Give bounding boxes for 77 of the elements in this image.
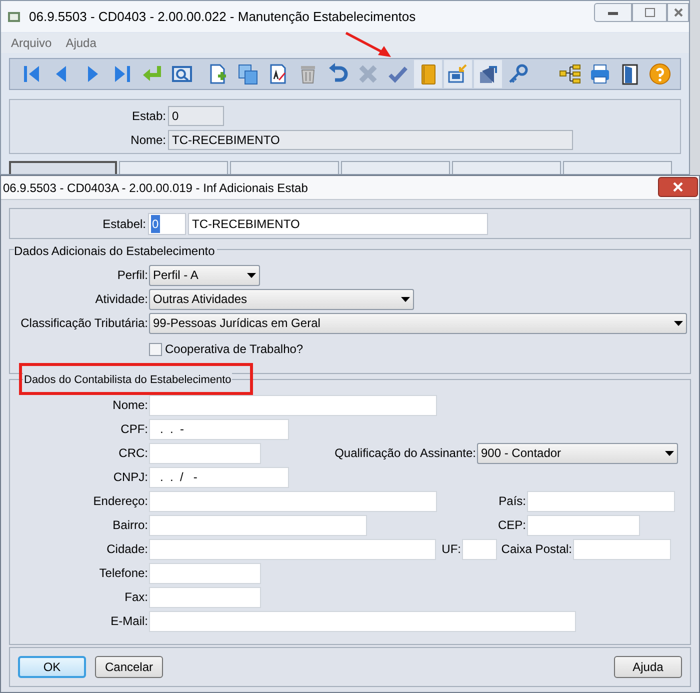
arrow-annotation <box>344 31 394 59</box>
input-field[interactable] <box>149 538 436 560</box>
field-label: Perfil: <box>116 267 149 284</box>
cancel-icon <box>357 63 379 85</box>
input-field[interactable] <box>149 490 437 512</box>
minimize-icon <box>608 10 618 14</box>
field-label: E-Mail: <box>110 613 149 630</box>
input-field[interactable]: . . / - <box>149 466 289 488</box>
field-label: Estab: <box>130 108 167 125</box>
field-label: Estabel: <box>102 216 147 232</box>
field-label: Telefone: <box>98 565 149 582</box>
field-label: UF: <box>440 541 462 558</box>
input-field[interactable] <box>573 538 671 560</box>
dropdown-arrow-icon <box>665 450 674 456</box>
field-label: Nome: <box>130 132 167 149</box>
dropdown-arrow-icon <box>247 272 256 278</box>
tree-icon <box>559 63 581 85</box>
copy-icon <box>237 63 259 85</box>
dialog-title: 06.9.5503 - CD0403A - 2.00.00.019 - Inf Adicionais Estab <box>3 180 308 196</box>
estab-field[interactable]: 0 <box>168 106 224 126</box>
input-field[interactable]: . . - <box>149 418 289 440</box>
input-field[interactable] <box>149 610 576 632</box>
field-label: Nome: <box>112 397 149 414</box>
input-field[interactable] <box>149 586 261 608</box>
input-field[interactable] <box>149 562 261 584</box>
field-label: CEP: <box>496 517 527 534</box>
field-label: Endereço: <box>92 493 149 510</box>
estabel-name-field[interactable]: TC-RECEBIMENTO <box>188 212 488 234</box>
dialog-button[interactable]: Ajuda <box>614 656 682 678</box>
close-button[interactable] <box>658 177 698 197</box>
key-icon <box>507 63 529 85</box>
dropdown[interactable]: Outras Atividades <box>149 288 414 310</box>
input-field[interactable] <box>149 442 261 464</box>
dialog-button[interactable]: Cancelar <box>95 656 163 678</box>
checkbox[interactable] <box>149 342 162 356</box>
checkbox-label: Cooperativa de Trabalho? <box>165 341 304 358</box>
close-button[interactable] <box>667 3 689 22</box>
dropdown-arrow-icon <box>674 320 683 326</box>
minimize-button[interactable] <box>594 3 632 22</box>
field-label: CNPJ: <box>112 469 149 486</box>
dropdown[interactable]: 900 - Contador <box>477 442 678 464</box>
input-field[interactable] <box>462 538 497 560</box>
nome-field[interactable]: TC-RECEBIMENTO <box>168 130 573 150</box>
field-label: Fax: <box>124 589 149 606</box>
dropdown-arrow-icon <box>401 296 410 302</box>
field-label: Caixa Postal: <box>500 541 573 558</box>
window-title: 06.9.5503 - CD0403 - 2.00.00.022 - Manutenção Estabelecimentos <box>29 8 416 26</box>
menu-item[interactable]: Arquivo <box>11 34 52 52</box>
help-icon <box>649 63 671 85</box>
input-field[interactable] <box>527 490 675 512</box>
undo-icon <box>327 63 349 85</box>
menu-item[interactable]: Ajuda <box>66 34 96 52</box>
dropdown[interactable]: Perfil - A <box>149 264 260 286</box>
import-icon <box>447 63 469 85</box>
input-field[interactable] <box>527 514 640 536</box>
zoom-screen-icon <box>171 63 193 85</box>
printer-icon <box>589 63 611 85</box>
field-label: Classificação Tributária: <box>20 315 149 332</box>
field-label: Qualificação do Assinante: <box>334 445 477 462</box>
field-label: CRC: <box>118 445 149 462</box>
field-label: Atividade: <box>94 291 149 308</box>
dropdown[interactable]: 99-Pessoas Jurídicas em Geral <box>149 312 687 334</box>
dialog-button[interactable]: OK <box>18 656 86 678</box>
field-label: País: <box>498 493 527 510</box>
field-label: CPF: <box>120 421 149 438</box>
close-icon <box>673 182 683 192</box>
field-label: Cidade: <box>106 541 149 558</box>
tab[interactable] <box>9 161 117 174</box>
input-field[interactable] <box>149 394 437 416</box>
maximize-icon <box>644 8 654 17</box>
close-icon <box>674 8 682 17</box>
export-icon <box>477 63 499 85</box>
field-label: Bairro: <box>112 517 149 534</box>
input-field[interactable] <box>149 514 367 536</box>
window-icon <box>7 10 21 24</box>
estabel-code-field[interactable]: 0 <box>148 212 186 234</box>
maximize-button[interactable] <box>632 3 667 22</box>
